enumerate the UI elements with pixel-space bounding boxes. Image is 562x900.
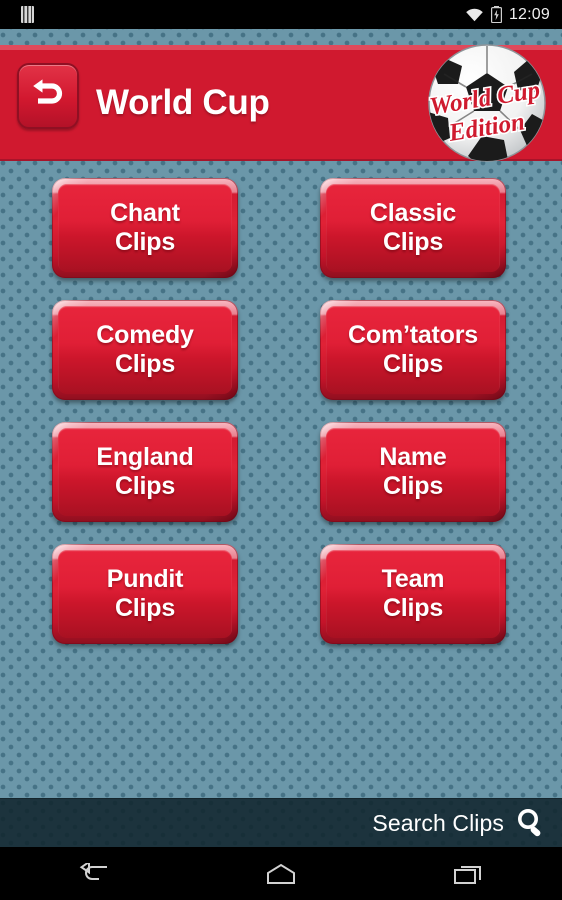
button-label-line2: Clips <box>114 350 176 378</box>
button-label-line1: Name <box>379 442 447 471</box>
nav-recents-button[interactable] <box>423 847 513 900</box>
battery-charging-icon <box>490 6 502 23</box>
button-label-line2: Clips <box>382 350 444 378</box>
pundit-clips-button[interactable]: Pundit Clips <box>52 544 238 644</box>
button-label-line2: Clips <box>382 594 444 622</box>
button-label-line1: England <box>96 442 194 471</box>
android-home-icon <box>266 863 295 884</box>
button-face: Team Clips <box>326 550 500 638</box>
button-label-line1: Pundit <box>106 564 184 593</box>
button-label-line1: Team <box>381 564 445 593</box>
button-face: Name Clips <box>326 428 500 516</box>
nav-back-button[interactable] <box>49 847 139 900</box>
android-back-icon <box>79 862 107 880</box>
clip-category-grid: Chant Clips Classic Clips Comedy Clips C… <box>0 178 562 644</box>
android-navigation-bar <box>0 847 562 900</box>
soccer-ball-icon: World Cup Edition <box>426 44 546 162</box>
comedy-clips-button[interactable]: Comedy Clips <box>52 300 238 400</box>
button-face: Pundit Clips <box>58 550 232 638</box>
wifi-icon <box>466 8 483 22</box>
back-arrow-icon <box>33 79 63 104</box>
button-face: Chant Clips <box>58 184 232 272</box>
button-label-line2: Clips <box>114 228 176 256</box>
app-header: World Cup World Cup Edition <box>0 44 562 162</box>
button-label-line2: Clips <box>114 472 176 500</box>
name-clips-button[interactable]: Name Clips <box>320 422 506 522</box>
sim-card-icon <box>21 6 34 23</box>
status-bar-right: 12:09 <box>465 6 550 24</box>
classic-clips-button[interactable]: Classic Clips <box>320 178 506 278</box>
back-button[interactable] <box>17 63 79 129</box>
button-label-line1: Com’tators <box>348 320 478 349</box>
magnifier-icon <box>518 809 541 837</box>
button-label-line2: Clips <box>382 472 444 500</box>
button-face: England Clips <box>58 428 232 516</box>
england-clips-button[interactable]: England Clips <box>52 422 238 522</box>
app-screen: 12:09 World Cup World Cup Edition Chant … <box>0 0 562 900</box>
android-recents-icon <box>454 865 482 884</box>
button-face: Classic Clips <box>326 184 500 272</box>
button-label-line2: Clips <box>114 594 176 622</box>
team-clips-button[interactable]: Team Clips <box>320 544 506 644</box>
button-label-line1: Classic <box>369 198 457 227</box>
chant-clips-button[interactable]: Chant Clips <box>52 178 238 278</box>
button-face: Com’tators Clips <box>326 306 500 394</box>
button-face: Comedy Clips <box>58 306 232 394</box>
comtators-clips-button[interactable]: Com’tators Clips <box>320 300 506 400</box>
button-label-line1: Comedy <box>96 320 194 349</box>
page-title: World Cup <box>96 83 270 122</box>
button-label-line1: Chant <box>110 198 180 227</box>
search-clips-label: Search Clips <box>372 809 504 836</box>
nav-home-button[interactable] <box>236 847 326 900</box>
status-bar: 12:09 <box>0 0 562 29</box>
status-bar-clock: 12:09 <box>508 5 550 23</box>
search-clips-bar[interactable]: Search Clips <box>0 798 562 847</box>
status-bar-left <box>21 6 34 23</box>
button-label-line2: Clips <box>382 228 444 256</box>
